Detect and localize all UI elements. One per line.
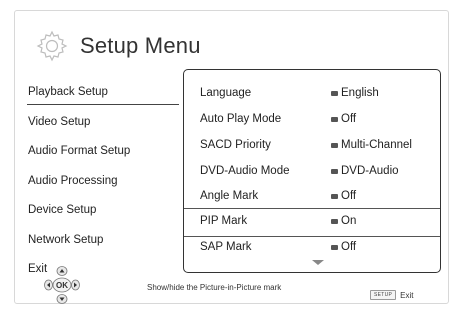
bullet-icon	[331, 90, 338, 96]
page-header: Setup Menu	[34, 26, 201, 66]
exit-hint[interactable]: SETUP Exit	[370, 290, 414, 300]
setting-value: Off	[331, 113, 356, 125]
setting-value-text: On	[341, 215, 357, 227]
setting-value-text: DVD-Audio	[341, 165, 399, 177]
gear-icon	[36, 30, 68, 62]
menu-item-audio-format-setup[interactable]: Audio Format Setup	[27, 137, 179, 167]
setting-value-text: Off	[341, 190, 357, 202]
setting-label: Language	[200, 87, 252, 99]
setting-label: SACD Priority	[200, 139, 271, 151]
setting-label: Auto Play Mode	[200, 113, 282, 125]
menu-item-playback-setup[interactable]: Playback Setup	[27, 78, 179, 108]
setup-key-icon: SETUP	[370, 290, 397, 300]
setting-row-sacd-priority[interactable]: SACD Priority Multi-Channel	[184, 133, 440, 160]
menu-item-device-setup[interactable]: Device Setup	[27, 196, 179, 226]
setting-value-text: Off	[341, 241, 357, 253]
setting-row-dvd-audio-mode[interactable]: DVD-Audio Mode DVD-Audio	[184, 159, 440, 186]
help-text: Show/hide the Picture-in-Picture mark	[147, 283, 282, 292]
setting-row-language[interactable]: Language English	[184, 81, 440, 108]
setting-label: Angle Mark	[200, 190, 259, 202]
setting-value: English	[331, 87, 379, 99]
setting-value-text: Off	[341, 113, 357, 125]
setting-label: PIP Mark	[200, 215, 248, 227]
bullet-icon	[331, 168, 338, 174]
setting-label: DVD-Audio Mode	[200, 165, 290, 177]
exit-label: Exit	[400, 290, 414, 300]
bullet-icon	[331, 116, 338, 122]
setting-value: Multi-Channel	[331, 139, 412, 151]
dpad-ok-label: OK	[56, 281, 68, 290]
bullet-icon	[331, 218, 338, 224]
dpad-icon: OK	[44, 266, 80, 304]
setting-label: SAP Mark	[200, 241, 252, 253]
setting-row-angle-mark[interactable]: Angle Mark Off	[184, 184, 440, 211]
scroll-down-icon[interactable]	[312, 260, 324, 265]
setting-value: On	[331, 215, 356, 227]
menu-item-video-setup[interactable]: Video Setup	[27, 108, 179, 138]
menu-item-network-setup[interactable]: Network Setup	[27, 226, 179, 256]
bullet-icon	[331, 244, 338, 250]
setting-row-auto-play-mode[interactable]: Auto Play Mode Off	[184, 107, 440, 134]
setting-value-text: Multi-Channel	[341, 139, 412, 151]
page-title: Setup Menu	[80, 33, 201, 58]
setting-row-pip-mark[interactable]: PIP Mark On	[184, 208, 440, 237]
bullet-icon	[331, 142, 338, 148]
setup-menu: Playback Setup Video Setup Audio Format …	[27, 78, 179, 285]
setting-value: DVD-Audio	[331, 165, 399, 177]
setting-value: Off	[331, 241, 356, 253]
menu-item-audio-processing[interactable]: Audio Processing	[27, 167, 179, 197]
bullet-icon	[331, 193, 338, 199]
setting-value: Off	[331, 190, 356, 202]
setting-value-text: English	[341, 87, 379, 99]
settings-panel: Language English Auto Play Mode Off SACD…	[183, 69, 441, 273]
setting-row-sap-mark[interactable]: SAP Mark Off	[184, 235, 440, 262]
